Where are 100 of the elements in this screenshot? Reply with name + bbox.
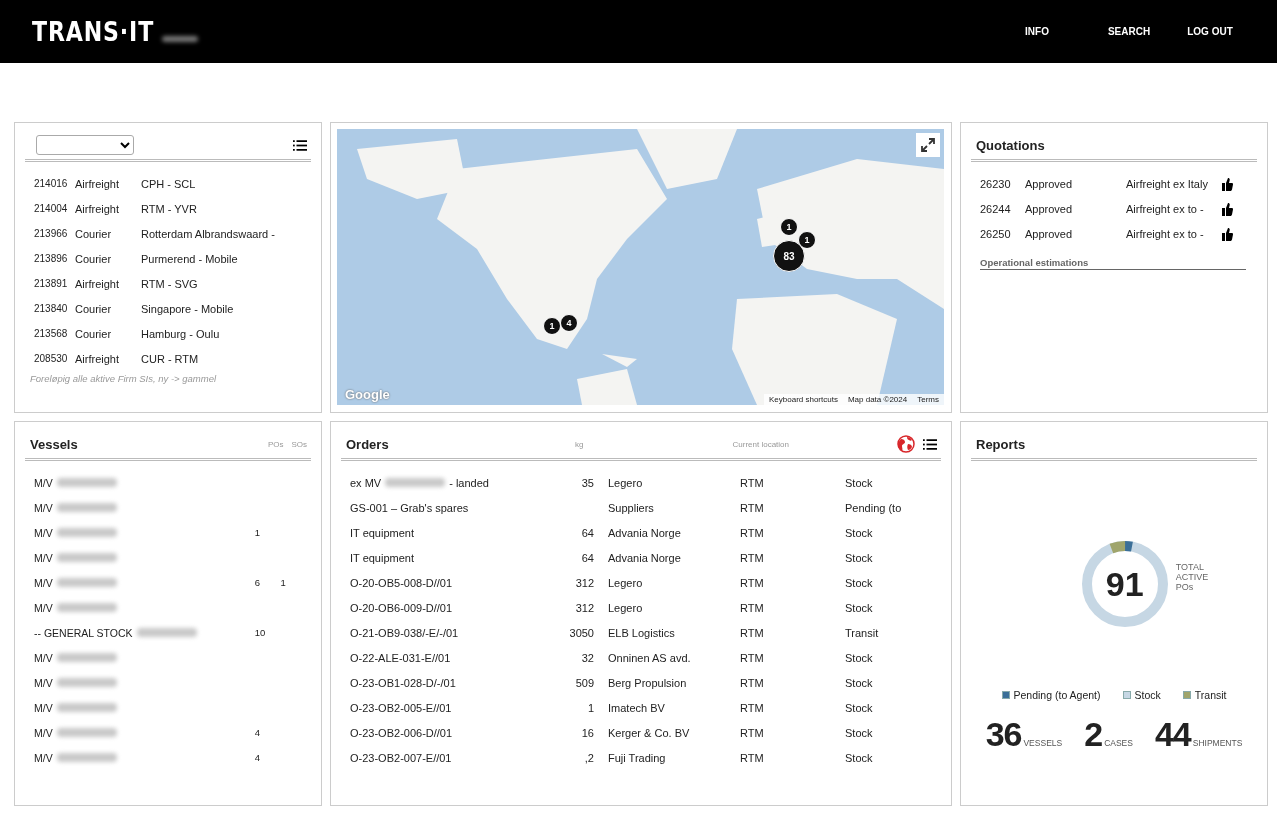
panel-title: Reports [976,436,1027,452]
column-header: Current location [732,439,789,449]
supplier-cell-text: Legero [608,476,644,489]
attribution-link[interactable]: Keyboard shortcuts [769,395,838,404]
supplier-cell-text: Berg Propulsion [608,676,688,689]
quotation-status: Approved [1025,227,1074,240]
vessel-name[interactable]: M/V [34,601,53,614]
total-label: TOTAL [1175,562,1205,572]
location-cell-text: RTM [740,626,765,639]
order-name[interactable]: IT equipment [350,551,414,564]
weight-cell-text: 64 [580,526,594,539]
order-name[interactable]: GS-001 – Grab's spares [350,501,469,514]
supplier-cell-text: Advania Norge [608,526,682,539]
status-cell: Stock [845,476,873,489]
stat-value: 2 [1084,715,1103,754]
order-name[interactable]: O-23-OB2-006-D//01 [350,726,453,739]
vessel-name[interactable]: M/V [34,526,53,539]
shipment-route[interactable]: CPH - SCL [141,177,196,190]
quotation-status: Approved [1025,177,1074,190]
location-cell-text: RTM [740,551,765,564]
vessel-name[interactable]: M/V [34,676,53,689]
vessel-name[interactable]: -- GENERAL STOCK [34,626,133,639]
vessel-name[interactable]: M/V [34,576,53,589]
order-name[interactable]: IT equipment [350,526,414,539]
shipment-id: 213966 [34,228,69,239]
legend-label: Pending (to Agent) [1013,689,1101,701]
shipment-type: Airfreight [75,352,121,365]
order-name[interactable]: ex MV [350,476,382,489]
total-label: ACTIVE [1175,572,1209,582]
order-name[interactable]: O-20-OB5-008-D//01 [350,576,453,589]
status-cell: Stock [845,751,873,764]
shipment-route[interactable]: Singapore - Mobile [141,302,234,315]
supplier-cell-text: Fuji Trading [608,751,667,764]
shipment-route[interactable]: RTM - SVG [141,277,198,290]
thumbs-up-icon[interactable] [1221,226,1233,241]
vessel-name[interactable]: M/V [34,751,53,764]
total-count: 91 [1104,564,1145,604]
quotation-description[interactable]: Airfreight ex to - [1126,227,1221,240]
shipment-type: Airfreight [75,277,121,290]
location-cell-text: RTM [740,726,765,739]
order-name-end: - landed [449,476,489,489]
supplier-cell-text: Onninen AS avd. [608,651,692,664]
stat-value: 36 [985,715,1022,754]
attribution-link[interactable]: Terms [917,395,939,404]
shipment-id: 214004 [34,203,69,214]
order-name[interactable]: O-22-ALE-031-E//01 [350,651,451,664]
order-name[interactable]: O-23-OB2-007-E//01 [350,751,452,764]
weight-cell-text: 3050 [568,626,594,639]
shipment-route[interactable]: CUR - RTM [141,352,199,365]
status-cell: Transit [845,626,879,639]
section-heading[interactable]: Operational estimations [980,257,1246,270]
so-count: 1 [280,577,287,588]
status-cell: Stock [845,701,873,714]
quotation-description[interactable]: Airfreight ex Italy [1126,177,1221,190]
note-text: Foreløpig alle aktive Firm SIs, ny -> gammel [30,373,218,384]
shipment-route[interactable]: Rotterdam Albrandswaard - [141,227,275,240]
nav-link[interactable]: LOG OUT [1175,26,1245,37]
order-name[interactable]: O-23-OB2-005-E//01 [350,701,452,714]
weight-cell-text: 312 [574,601,594,614]
vessel-name[interactable]: M/V [34,551,53,564]
panel-title: Vessels [30,436,79,452]
vessel-name[interactable]: M/V [34,501,53,514]
order-name[interactable]: O-21-OB9-038/-E/-/01 [350,626,459,639]
attribution-link[interactable]: Map data ©2024 [847,395,908,404]
redacted-text [161,35,198,42]
shipment-id: 213891 [34,278,69,289]
status-cell: Stock [845,601,873,614]
location-cell-text: RTM [740,601,765,614]
quotation-id: 26244 [980,202,1012,215]
quotation-description[interactable]: Airfreight ex to - [1126,202,1221,215]
fullscreen-button[interactable] [916,133,940,157]
nav-link[interactable]: INFO [991,26,1083,37]
order-name[interactable]: O-23-OB1-028-D/-/01 [350,676,456,689]
status-cell: Stock [845,551,873,564]
logo[interactable]: TRANS·IT [32,16,155,47]
weight-cell-text: 35 [580,476,594,489]
weight-cell-text: 16 [580,726,594,739]
quotation-id: 26230 [980,177,1012,190]
vessel-name[interactable]: M/V [34,476,53,489]
stat-label: SHIPMENTS [1192,738,1243,748]
list-icon[interactable] [293,139,307,151]
status-cell: Stock [845,726,873,739]
status-cell: Stock [845,576,873,589]
supplier-cell-text: Advania Norge [608,551,682,564]
thumbs-up-icon[interactable] [1221,201,1233,216]
shipment-route[interactable]: Purmerend - Mobile [141,252,238,265]
location-cell-text: RTM [740,651,765,664]
globe-icon[interactable] [897,435,915,453]
nav-link[interactable]: SEARCH [1083,26,1175,37]
shipment-route[interactable]: RTM - YVR [141,202,197,215]
supplier-cell-text: ELB Logistics [608,626,676,639]
vessel-name[interactable]: M/V [34,701,53,714]
list-icon[interactable] [923,438,937,450]
shipment-route[interactable]: Hamburg - Oulu [141,327,220,340]
vessel-name[interactable]: M/V [34,651,53,664]
order-name[interactable]: O-20-OB6-009-D//01 [350,601,453,614]
weight-cell-text: ,2 [583,751,594,764]
po-count: 1 [254,527,262,538]
vessel-name[interactable]: M/V [34,726,53,739]
thumbs-up-icon[interactable] [1221,176,1233,191]
